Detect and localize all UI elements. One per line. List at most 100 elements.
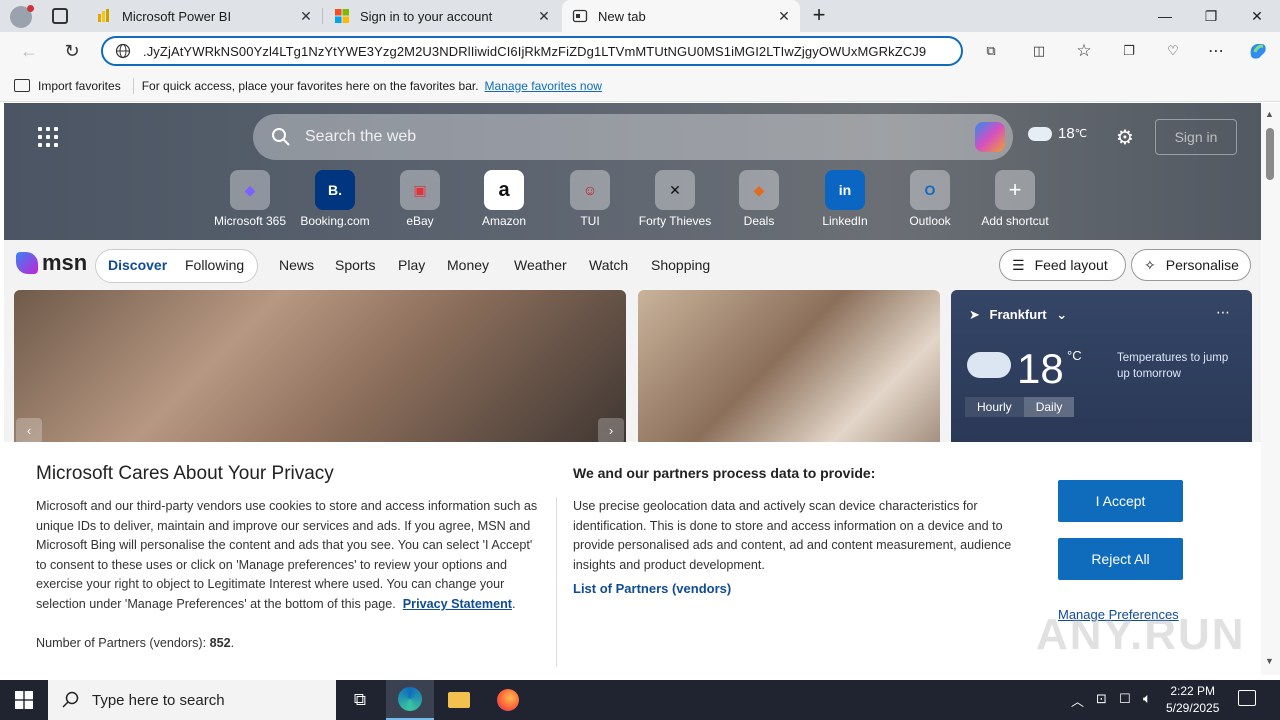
web-search-box[interactable]: Search the web	[253, 114, 1013, 160]
collections-icon[interactable]: ❐	[1114, 37, 1144, 65]
shortcut-microsoft-365[interactable]: ◆ Microsoft 365	[210, 170, 290, 228]
search-icon	[62, 691, 79, 708]
more-options-icon[interactable]: ⋯	[1216, 304, 1230, 321]
favorites-icon[interactable]: ☆	[1069, 37, 1099, 65]
nav-watch[interactable]: Watch	[589, 257, 628, 273]
notifications-icon[interactable]	[1238, 690, 1256, 706]
personalise-button[interactable]: ✧ Personalise	[1131, 249, 1251, 281]
wifi-icon[interactable]: ☐	[1119, 691, 1131, 707]
weather-toggle: Hourly Daily	[965, 397, 1075, 417]
tab-title: New tab	[598, 8, 646, 24]
tab-sign-in[interactable]: Sign in to your account ✕	[324, 0, 560, 32]
privacy-statement-link[interactable]: Privacy Statement	[403, 597, 512, 611]
extensions-icon[interactable]: ⧉	[976, 37, 1006, 65]
weather-mini[interactable]: 18 ℃	[1028, 125, 1087, 142]
add-shortcut-button[interactable]: + Add shortcut	[975, 170, 1055, 228]
tab-discover[interactable]: Discover	[108, 257, 167, 273]
tab-new-tab[interactable]: New tab ✕	[562, 0, 800, 32]
close-tab-icon[interactable]: ✕	[776, 8, 792, 24]
reject-all-button[interactable]: Reject All	[1058, 538, 1183, 580]
address-text[interactable]: .JyZjAtYWRkNS00Yzl4LTg1NzYtYWE3Yzg2M2U3N…	[143, 44, 943, 59]
new-tab-button[interactable]: +	[806, 4, 832, 28]
consent-title: Microsoft Cares About Your Privacy	[36, 463, 334, 484]
taskbar-search-box[interactable]: Type here to search	[48, 680, 336, 720]
close-tab-icon[interactable]: ✕	[298, 8, 314, 24]
weather-note[interactable]: Temperatures to jump up tomorrow	[1117, 350, 1242, 382]
scroll-down-arrow-icon[interactable]: ▼	[1265, 656, 1274, 666]
news-card-secondary[interactable]	[638, 290, 940, 450]
close-tab-icon[interactable]: ✕	[536, 8, 552, 24]
daily-tab[interactable]: Daily	[1023, 397, 1075, 417]
weather-card[interactable]: ➤ Frankfurt ⌄ ⋯ 18 °C Temperatures to ju…	[951, 290, 1252, 450]
edge-taskbar-icon[interactable]	[386, 680, 434, 720]
hourly-tab[interactable]: Hourly	[965, 397, 1024, 417]
file-explorer-icon[interactable]	[435, 680, 483, 720]
hero-background: Search the web 18 ℃ ⚙ Sign in ◆ Microsoft …	[4, 103, 1261, 240]
next-arrow-icon[interactable]: ›	[598, 418, 624, 444]
network-icon[interactable]: ⊡	[1096, 691, 1107, 707]
more-menu-icon[interactable]: ⋯	[1201, 37, 1231, 65]
task-view-icon[interactable]: ⧉	[336, 680, 384, 720]
shortcut-tui[interactable]: ☺ TUI	[550, 170, 630, 228]
shortcut-amazon[interactable]: a Amazon	[464, 170, 544, 228]
scroll-up-arrow-icon[interactable]: ▲	[1265, 109, 1274, 119]
copilot-icon[interactable]	[1243, 37, 1273, 65]
manage-favorites-link[interactable]: Manage favorites now	[485, 79, 602, 93]
taskbar: Type here to search ⧉ ︿ ⊡ ☐ 🔈︎ 2:22 PM 5…	[0, 680, 1280, 720]
back-button[interactable]: ←	[14, 37, 44, 65]
settings-gear-icon[interactable]: ⚙	[1116, 125, 1134, 150]
nav-play[interactable]: Play	[398, 257, 425, 273]
app-launcher-icon[interactable]	[38, 127, 58, 147]
msn-logo[interactable]: msn	[16, 250, 87, 276]
import-icon	[14, 79, 30, 92]
tab-strip: Microsoft Power BI ✕ Sign in to your acc…	[0, 0, 1280, 32]
firefox-icon[interactable]	[484, 680, 532, 720]
news-card-main[interactable]: ‹ ›	[14, 290, 626, 450]
start-button[interactable]	[0, 680, 48, 720]
list-of-partners-link[interactable]: List of Partners (vendors)	[573, 581, 731, 596]
shortcut-booking[interactable]: B. Booking.com	[295, 170, 375, 228]
forty-thieves-icon: ✕	[655, 170, 695, 210]
shortcut-forty-thieves[interactable]: ✕ Forty Thieves	[635, 170, 715, 228]
nav-shopping[interactable]: Shopping	[651, 257, 710, 273]
address-bar[interactable]: .JyZjAtYWRkNS00Yzl4LTg1NzYtYWE3Yzg2M2U3N…	[101, 36, 963, 66]
tab-power-bi[interactable]: Microsoft Power BI ✕	[86, 0, 322, 32]
import-favorites-button[interactable]: Import favorites	[14, 79, 121, 93]
shortcut-ebay[interactable]: ▣ eBay	[380, 170, 460, 228]
restore-button[interactable]: ❐	[1188, 0, 1234, 32]
tab-following[interactable]: Following	[185, 257, 244, 273]
refresh-button[interactable]: ↻	[57, 37, 87, 65]
partners-count: Number of Partners (vendors): 852.	[36, 636, 235, 650]
close-window-button[interactable]: ✕	[1234, 0, 1280, 32]
nav-sports[interactable]: Sports	[335, 257, 375, 273]
browser-essentials-icon[interactable]: ♡	[1158, 37, 1188, 65]
favorites-bar: Import favorites For quick access, place…	[0, 70, 1280, 102]
nav-money[interactable]: Money	[447, 257, 489, 273]
profile-icon[interactable]	[10, 5, 34, 28]
scrollbar-thumb[interactable]	[1266, 128, 1274, 180]
shortcut-deals[interactable]: ◆ Deals	[719, 170, 799, 228]
chevron-down-icon: ⌄	[1056, 307, 1068, 322]
page-scrollbar[interactable]: ▲ ▼	[1261, 103, 1280, 675]
accept-button[interactable]: I Accept	[1058, 480, 1183, 522]
nav-weather[interactable]: Weather	[514, 257, 567, 273]
shortcut-outlook[interactable]: O Outlook	[890, 170, 970, 228]
shortcut-linkedin[interactable]: in LinkedIn	[805, 170, 885, 228]
split-screen-icon[interactable]: ◫	[1024, 37, 1054, 65]
nav-news[interactable]: News	[279, 257, 314, 273]
taskbar-search-placeholder: Type here to search	[92, 691, 225, 709]
copilot-icon[interactable]	[975, 122, 1005, 152]
plus-icon: +	[995, 170, 1035, 210]
site-info-icon[interactable]	[103, 43, 143, 59]
location-row[interactable]: ➤ Frankfurt ⌄	[969, 307, 1067, 323]
feed-layout-button[interactable]: ☰ Feed layout	[999, 249, 1126, 281]
minimize-button[interactable]: —	[1142, 0, 1188, 32]
chevron-up-icon[interactable]: ︿	[1071, 691, 1084, 710]
sign-in-button[interactable]: Sign in	[1155, 119, 1237, 155]
booking-icon: B.	[315, 170, 355, 210]
tab-actions-icon[interactable]	[52, 8, 68, 24]
location-arrow-icon: ➤	[969, 307, 980, 322]
volume-icon[interactable]: 🔈︎	[1143, 690, 1151, 707]
clock[interactable]: 2:22 PM 5/29/2025	[1166, 683, 1219, 717]
prev-arrow-icon[interactable]: ‹	[16, 418, 42, 444]
